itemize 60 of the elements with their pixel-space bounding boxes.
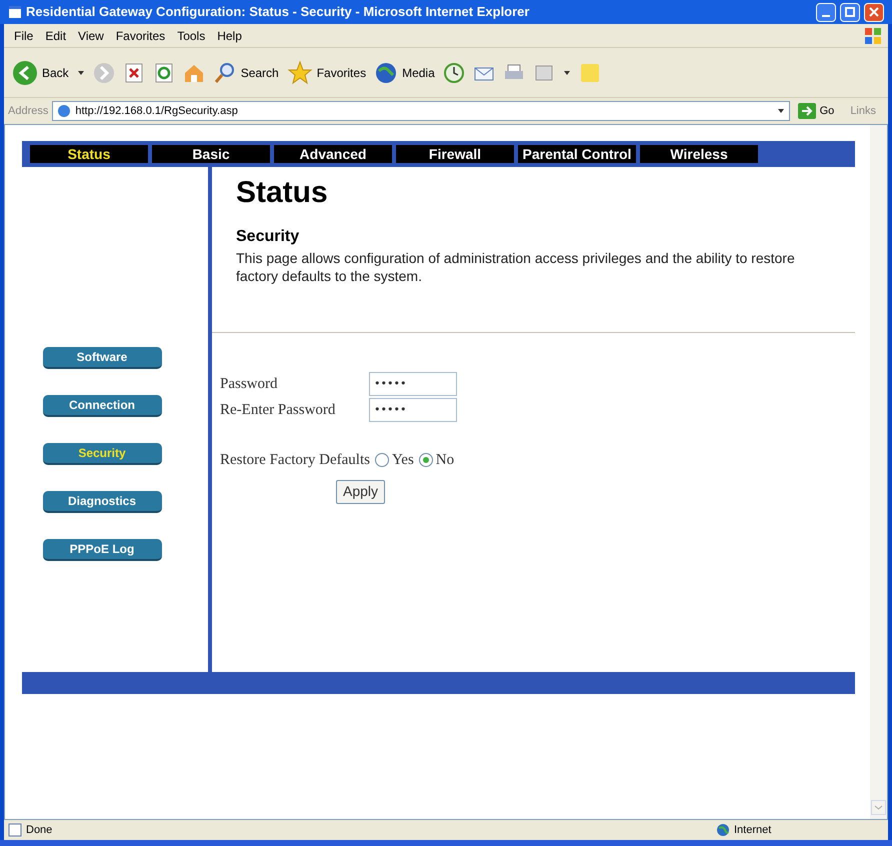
search-icon xyxy=(212,60,237,84)
radio-label: Yes xyxy=(392,451,414,470)
back-button[interactable]: Back xyxy=(12,60,69,86)
close-icon xyxy=(869,7,879,17)
caret-icon[interactable] xyxy=(562,68,571,76)
refresh-icon[interactable] xyxy=(152,62,175,84)
page-icon xyxy=(8,823,22,837)
caret-icon[interactable] xyxy=(776,107,785,115)
stop-icon[interactable] xyxy=(122,62,145,84)
field-label: Re-Enter Password xyxy=(220,400,336,420)
field-label: Password xyxy=(220,374,279,394)
address-label: Address xyxy=(8,104,48,119)
address-field[interactable]: http://192.168.0.1/RgSecurity.asp xyxy=(52,101,790,121)
caret-icon[interactable] xyxy=(76,68,85,76)
radio-button[interactable] xyxy=(418,453,433,468)
menu-item[interactable]: File xyxy=(8,26,40,44)
side-menu-button[interactable]: Software xyxy=(42,347,162,369)
radio-label: No xyxy=(436,451,454,470)
zone-text: Internet xyxy=(734,822,772,838)
nav-tab[interactable]: Wireless xyxy=(640,145,758,163)
section-title: Security xyxy=(236,227,300,247)
globe-icon xyxy=(716,823,730,837)
nav-tab[interactable]: Basic xyxy=(152,145,270,163)
menu-item[interactable]: Tools xyxy=(171,26,212,44)
password-field[interactable]: ••••• xyxy=(369,372,457,396)
restore-label: Restore Factory Defaults xyxy=(220,451,370,470)
side-menu-button[interactable]: Security xyxy=(42,443,162,465)
maximize-button[interactable] xyxy=(840,2,860,22)
scroll-down-icon[interactable] xyxy=(871,800,886,815)
minimize-button[interactable] xyxy=(816,2,836,22)
menu-item[interactable]: Edit xyxy=(39,26,72,44)
search-button[interactable]: Search xyxy=(212,60,279,84)
media-button[interactable]: Media xyxy=(374,60,435,84)
side-menu-button[interactable]: Diagnostics xyxy=(42,491,162,513)
close-button[interactable] xyxy=(864,2,884,22)
menu-item[interactable]: Favorites xyxy=(110,26,172,44)
radio-button[interactable] xyxy=(374,453,389,468)
page-icon xyxy=(57,104,72,118)
star-icon xyxy=(286,60,313,86)
side-menu-button[interactable]: PPPoE Log xyxy=(42,539,162,561)
nav-tab[interactable]: Parental Control xyxy=(518,145,636,163)
window-title: Residential Gateway Configuration: Status - Security - Microsoft Internet Explorer xyxy=(26,3,530,22)
page-heading: Status xyxy=(236,175,329,211)
nav-tab[interactable]: Status xyxy=(30,145,148,163)
history-icon[interactable] xyxy=(442,62,465,84)
nav-tab[interactable]: Advanced xyxy=(274,145,392,163)
globe-icon xyxy=(374,60,398,84)
section-description: This page allows configuration of administration access privileges and the ability to restore factory defaults to the system. xyxy=(236,249,796,285)
status-text: Done xyxy=(26,822,54,838)
go-button[interactable]: Go xyxy=(794,102,838,120)
password-field[interactable]: ••••• xyxy=(369,398,457,422)
side-menu-button[interactable]: Connection xyxy=(42,395,162,417)
nav-tab[interactable]: Firewall xyxy=(396,145,514,163)
scrollbar[interactable] xyxy=(870,125,887,819)
menu-item[interactable]: View xyxy=(72,26,110,44)
page-icon xyxy=(8,5,22,19)
apply-button[interactable]: Apply xyxy=(336,480,386,504)
menu-item[interactable]: Help xyxy=(211,26,248,44)
windows-logo-icon xyxy=(862,26,884,46)
favorites-button[interactable]: Favorites xyxy=(286,60,366,86)
